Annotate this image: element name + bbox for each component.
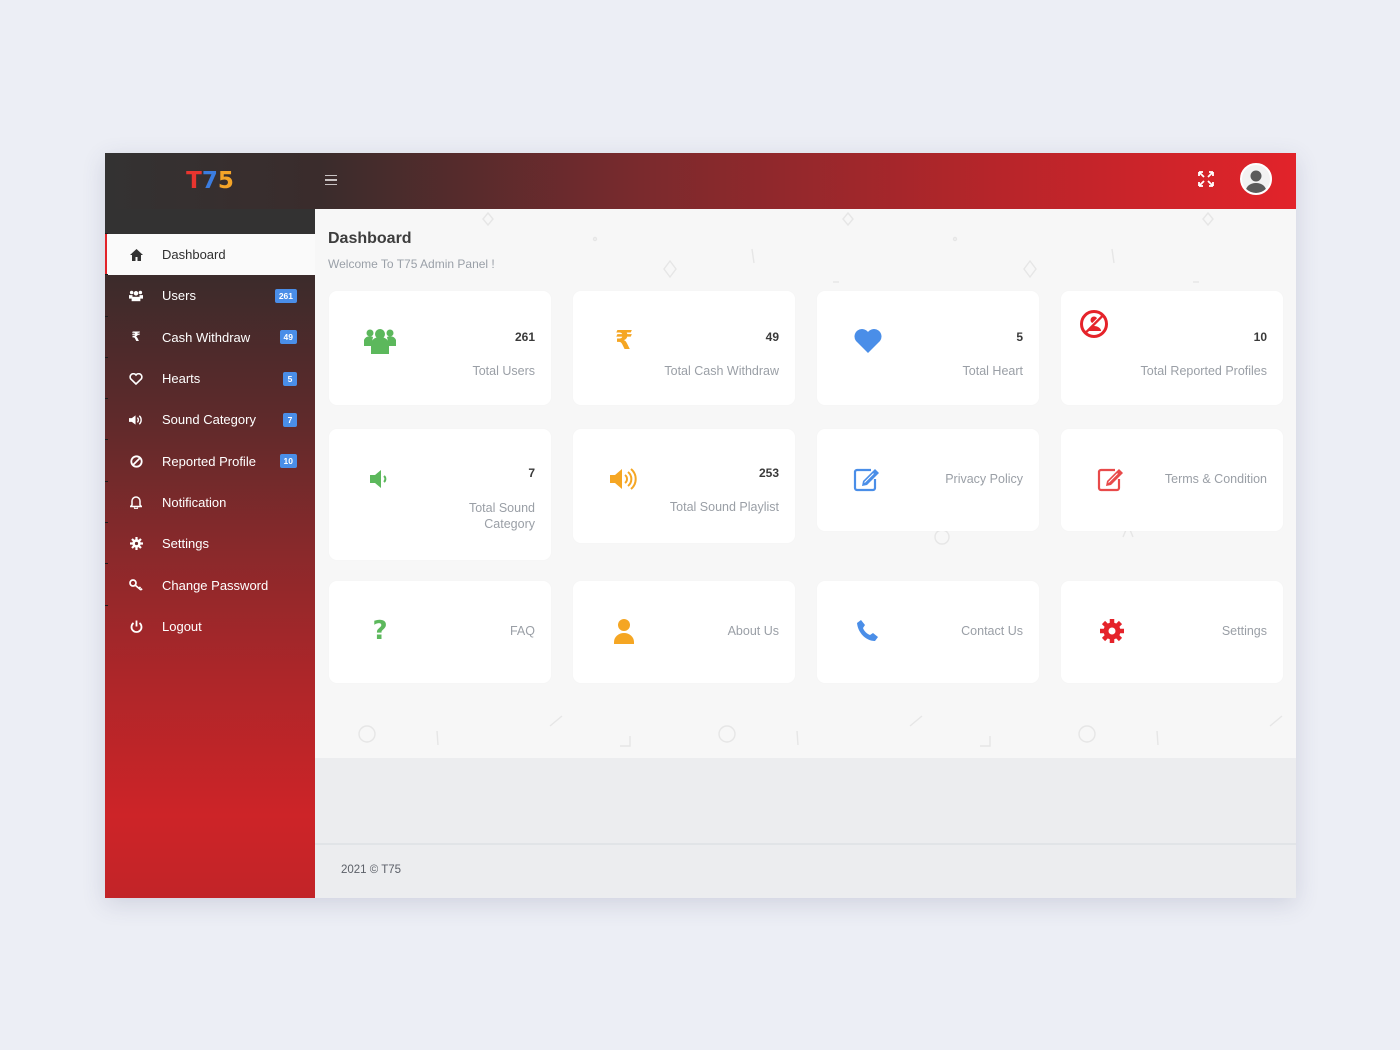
stat-card-total-cash-withdraw[interactable]: ₹ 49 Total Cash Withdraw: [573, 291, 795, 405]
sidebar-item-label: Notification: [162, 494, 227, 510]
sidebar-item-hearts[interactable]: Hearts 5: [105, 356, 315, 399]
sidebar-item-logout[interactable]: Logout: [105, 604, 315, 647]
dashboard-content: Dashboard Welcome To T75 Admin Panel ! 2…: [315, 209, 1296, 758]
link-card-terms-condition[interactable]: Terms & Condition: [1061, 429, 1283, 531]
stat-value: 261: [514, 330, 535, 344]
logo-digit-5: 5: [217, 168, 234, 194]
rupee-icon: ₹: [614, 326, 634, 356]
link-label: Contact Us: [961, 624, 1023, 638]
stat-label: Total Sound Playlist: [669, 500, 779, 514]
stat-card-total-sound-playlist[interactable]: 253 Total Sound Playlist: [573, 429, 795, 543]
topbar: T75: [105, 153, 1296, 209]
hamburger-icon[interactable]: [325, 171, 343, 189]
sidebar: Dashboard Users 261 ₹ Cash Withdraw 49 H…: [105, 209, 315, 898]
user-icon: [607, 614, 641, 648]
logo-digit-7: 7: [201, 168, 218, 194]
gear-icon: [129, 537, 143, 551]
key-icon: [129, 578, 143, 592]
page-title: Dashboard: [328, 230, 412, 247]
sidebar-item-label: Logout: [162, 618, 202, 634]
stat-card-total-reported-profiles[interactable]: 10 Total Reported Profiles: [1061, 291, 1283, 405]
bell-icon: [129, 495, 143, 510]
sidebar-item-notification[interactable]: Notification: [105, 480, 315, 523]
brand-logo[interactable]: T75: [105, 153, 315, 209]
stat-label-line: Category: [484, 517, 535, 531]
blocked-user-icon: [1077, 307, 1111, 341]
link-label: Settings: [1221, 624, 1267, 638]
edit-icon: [1095, 462, 1129, 496]
link-label: Privacy Policy: [945, 472, 1023, 486]
sidebar-item-cash-withdraw[interactable]: ₹ Cash Withdraw 49: [105, 315, 315, 358]
page-subtitle: Welcome To T75 Admin Panel !: [328, 257, 495, 271]
edit-icon: [851, 462, 885, 496]
sidebar-item-change-password[interactable]: Change Password: [105, 563, 315, 605]
ban-icon: [129, 454, 143, 468]
stat-label: Total Reported Profiles: [1140, 364, 1267, 378]
sidebar-item-users[interactable]: Users 261: [105, 274, 315, 316]
sidebar-item-label: Cash Withdraw: [162, 329, 251, 345]
stat-value: 253: [758, 466, 779, 480]
sidebar-item-label: Reported Profile: [162, 453, 256, 469]
logo-letter-t: T: [186, 168, 202, 194]
stat-value: 49: [765, 330, 779, 344]
link-label: Terms & Condition: [1164, 472, 1267, 486]
sidebar-item-label: Sound Category: [162, 412, 256, 428]
stat-card-total-users[interactable]: 261 Total Users: [329, 291, 551, 405]
stat-label: Total Heart: [962, 364, 1023, 378]
user-avatar-icon[interactable]: [1240, 163, 1272, 195]
copyright-text: 2021 © T75: [341, 864, 402, 876]
link-card-privacy-policy[interactable]: Privacy Policy: [817, 429, 1039, 531]
count-badge: 5: [283, 371, 297, 386]
power-icon: [129, 619, 143, 633]
sidebar-item-label: Users: [162, 288, 196, 304]
stat-label: Total Users: [472, 364, 535, 378]
link-card-faq[interactable]: ? FAQ: [329, 581, 551, 683]
sidebar-item-settings[interactable]: Settings: [105, 522, 315, 564]
link-label: About Us: [727, 624, 779, 638]
sidebar-item-reported-profile[interactable]: Reported Profile 10: [105, 439, 315, 481]
link-card-settings[interactable]: Settings: [1061, 581, 1283, 683]
link-label: FAQ: [509, 624, 535, 638]
users-icon: [363, 324, 397, 358]
stat-label-line: Total Sound: [468, 501, 535, 515]
link-card-contact-us[interactable]: Contact Us: [817, 581, 1039, 683]
heart-icon: [129, 372, 143, 386]
stat-card-total-sound-category[interactable]: 7 Total Sound Category: [329, 429, 551, 560]
stat-label: Total Cash Withdraw: [664, 364, 779, 378]
home-icon: [129, 248, 143, 262]
sidebar-item-label: Dashboard: [162, 247, 226, 263]
volume-low-icon: [363, 462, 397, 496]
count-badge: 261: [274, 288, 297, 303]
main-area: Dashboard Welcome To T75 Admin Panel ! 2…: [315, 209, 1296, 898]
rupee-icon: ₹: [131, 329, 141, 345]
users-icon: [129, 289, 143, 303]
link-card-about-us[interactable]: About Us: [573, 581, 795, 683]
sidebar-item-label: Change Password: [162, 577, 269, 593]
sidebar-item-sound-category[interactable]: Sound Category 7: [105, 398, 315, 440]
volume-high-icon: [607, 462, 641, 496]
count-badge: 49: [279, 330, 297, 345]
admin-app: T75 Dashboard Users 261 ₹ Cash Withdraw …: [105, 153, 1296, 898]
volume-icon: [129, 413, 143, 427]
gear-icon: [1095, 614, 1129, 648]
sidebar-item-label: Settings: [162, 536, 209, 552]
sidebar-nav: Dashboard Users 261 ₹ Cash Withdraw 49 H…: [105, 232, 315, 647]
count-badge: 10: [279, 454, 297, 469]
stat-value: 10: [1253, 330, 1267, 344]
footer: 2021 © T75: [315, 843, 1296, 898]
stat-value: 7: [528, 466, 535, 480]
expand-icon[interactable]: [1196, 169, 1216, 189]
sidebar-item-label: Hearts: [162, 371, 201, 387]
count-badge: 7: [283, 412, 297, 427]
stat-label: Total Sound Category: [469, 500, 535, 532]
question-icon: ?: [372, 616, 388, 646]
heart-icon: [851, 324, 885, 358]
stat-card-total-heart[interactable]: 5 Total Heart: [817, 291, 1039, 405]
sidebar-item-dashboard[interactable]: Dashboard: [105, 232, 315, 276]
phone-icon: [851, 614, 885, 648]
stat-value: 5: [1016, 330, 1023, 344]
